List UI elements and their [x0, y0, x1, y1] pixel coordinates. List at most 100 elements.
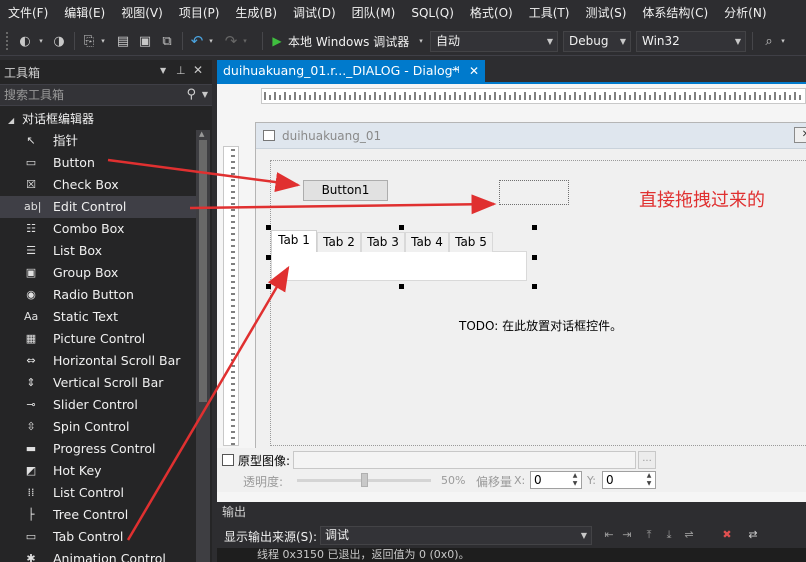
- redo-icon[interactable]: ↷: [222, 30, 240, 52]
- dialog-tab-3[interactable]: Tab 3: [361, 232, 405, 252]
- undo-icon[interactable]: ↶: [188, 30, 206, 52]
- toolbox-scrollbar-thumb[interactable]: [199, 140, 207, 402]
- previous-message-icon[interactable]: ⇥: [619, 527, 635, 543]
- toolbox-item[interactable]: ⇕ Vertical Scroll Bar: [0, 372, 196, 394]
- build-config-select[interactable]: Debug ▼: [563, 31, 631, 52]
- menu-item[interactable]: 项目(P): [171, 0, 228, 26]
- dialog-close-button[interactable]: ✕: [794, 127, 806, 143]
- dialog-editor-surface[interactable]: duihuakuang_01 ✕: [217, 84, 806, 502]
- prototype-image-checkbox[interactable]: [222, 454, 234, 466]
- new-project-dropdown-icon[interactable]: ▾: [98, 30, 108, 52]
- start-debug-button[interactable]: 本地 Windows 调试器: [288, 30, 420, 52]
- nav-forward-icon[interactable]: ◑: [50, 30, 68, 52]
- menu-item[interactable]: 团队(M): [344, 0, 404, 26]
- document-tab-dialog[interactable]: duihuakuang_01.r..._DIALOG - Dialog* ⊣ ✕: [217, 60, 485, 82]
- toolbox-item[interactable]: ☰ List Box: [0, 240, 196, 262]
- resize-handle[interactable]: [532, 225, 537, 230]
- redo-dropdown-icon[interactable]: ▾: [240, 30, 250, 52]
- scroll-up-icon[interactable]: ▲: [199, 130, 204, 138]
- dialog-edit-control[interactable]: [499, 180, 569, 205]
- menu-item[interactable]: 文件(F): [0, 0, 56, 26]
- toolbox-item[interactable]: ◉ Radio Button: [0, 284, 196, 306]
- dialog-tab-1[interactable]: Tab 1: [271, 230, 317, 252]
- opacity-slider-thumb[interactable]: [361, 473, 368, 487]
- pin-icon[interactable]: ⊣: [451, 60, 460, 82]
- offset-y-stepper[interactable]: 0 ▲ ▼: [602, 471, 656, 489]
- find-dropdown-icon[interactable]: ▾: [778, 30, 788, 52]
- resize-handle[interactable]: [399, 284, 404, 289]
- go-to-previous-icon[interactable]: ⤒: [641, 527, 657, 543]
- toolbox-item[interactable]: ▦ Picture Control: [0, 328, 196, 350]
- menu-item[interactable]: SQL(Q): [403, 0, 462, 26]
- go-to-next-icon[interactable]: ⤓: [661, 527, 677, 543]
- open-file-icon[interactable]: ▤: [114, 30, 132, 52]
- resize-handle[interactable]: [266, 225, 271, 230]
- nav-back-icon[interactable]: ◐: [16, 30, 34, 52]
- resize-handle[interactable]: [532, 284, 537, 289]
- menu-item[interactable]: 编辑(E): [56, 0, 113, 26]
- window-position-icon[interactable]: ▼: [160, 66, 166, 75]
- toolbox-item[interactable]: ├ Tree Control: [0, 504, 196, 526]
- dialog-todo-text[interactable]: TODO: 在此放置对话框控件。: [459, 317, 622, 334]
- menu-item[interactable]: 格式(O): [462, 0, 521, 26]
- toolbox-item[interactable]: ⇔ Horizontal Scroll Bar: [0, 350, 196, 372]
- spin-down-icon[interactable]: ▼: [643, 480, 655, 488]
- dialog-button1[interactable]: Button1: [303, 180, 388, 201]
- solution-config-select[interactable]: 自动 ▼: [430, 31, 558, 52]
- dialog-window[interactable]: duihuakuang_01 ✕: [255, 122, 806, 452]
- toolbar-grip[interactable]: [6, 32, 10, 50]
- toolbox-item[interactable]: ☒ Check Box: [0, 174, 196, 196]
- menu-item[interactable]: 工具(T): [521, 0, 578, 26]
- dialog-tab-control[interactable]: Tab 1 Tab 2 Tab 3 Tab 4 Tab 5: [271, 230, 529, 283]
- toolbox-group-dialog-editor[interactable]: ◢ 对话框编辑器: [0, 108, 212, 130]
- start-debug-dropdown-icon[interactable]: ▾: [416, 30, 426, 52]
- toolbox-item[interactable]: ✱ Animation Control: [0, 548, 196, 562]
- menu-item[interactable]: 生成(B): [227, 0, 285, 26]
- toolbox-scrollbar[interactable]: ▲: [196, 130, 210, 562]
- output-text-area[interactable]: 线程 0x3150 已退出，返回值为 0 (0x0)。: [217, 548, 806, 562]
- dialog-tab-5[interactable]: Tab 5: [449, 232, 493, 252]
- dialog-tab-2[interactable]: Tab 2: [317, 232, 361, 252]
- save-icon[interactable]: ▣: [136, 30, 154, 52]
- toolbox-item[interactable]: ▣ Group Box: [0, 262, 196, 284]
- toolbox-item[interactable]: ▭ Tab Control: [0, 526, 196, 548]
- clear-all-icon[interactable]: ✖: [719, 527, 735, 543]
- toolbox-item[interactable]: ☷ Combo Box: [0, 218, 196, 240]
- offset-x-stepper[interactable]: 0 ▲ ▼: [530, 471, 582, 489]
- menu-item[interactable]: 测试(S): [577, 0, 634, 26]
- resize-handle[interactable]: [399, 225, 404, 230]
- resize-handle[interactable]: [266, 255, 271, 260]
- start-debug-icon[interactable]: ▶: [270, 30, 284, 52]
- pin-icon[interactable]: ⊥: [176, 64, 186, 77]
- undo-dropdown-icon[interactable]: ▾: [206, 30, 216, 52]
- menu-item[interactable]: 视图(V): [113, 0, 171, 26]
- wrap-icon[interactable]: ⇌: [681, 527, 697, 543]
- toolbox-item[interactable]: Aa Static Text: [0, 306, 196, 328]
- menu-item[interactable]: 分析(N): [716, 0, 774, 26]
- spin-up-icon[interactable]: ▲: [643, 472, 655, 480]
- close-icon[interactable]: ✕: [193, 63, 203, 77]
- vertical-ruler[interactable]: [223, 146, 239, 446]
- horizontal-ruler[interactable]: [261, 88, 806, 104]
- toolbox-item[interactable]: ab| Edit Control: [0, 196, 196, 218]
- prototype-image-path-field[interactable]: [293, 451, 636, 469]
- close-icon[interactable]: ✕: [469, 60, 479, 82]
- new-project-icon[interactable]: ⎘: [80, 30, 98, 52]
- spin-down-icon[interactable]: ▼: [569, 480, 581, 488]
- search-dropdown-icon[interactable]: ▼: [202, 85, 208, 105]
- spin-up-icon[interactable]: ▲: [569, 472, 581, 480]
- toolbox-item[interactable]: ◩ Hot Key: [0, 460, 196, 482]
- resize-handle[interactable]: [266, 284, 271, 289]
- menu-item[interactable]: 体系结构(C): [634, 0, 716, 26]
- search-icon[interactable]: ⚲: [186, 85, 196, 105]
- platform-select[interactable]: Win32 ▼: [636, 31, 746, 52]
- toolbox-item[interactable]: ⊸ Slider Control: [0, 394, 196, 416]
- nav-back-dropdown-icon[interactable]: ▾: [36, 30, 46, 52]
- toolbox-search-input[interactable]: 搜索工具箱 ⚲ ▼: [0, 84, 212, 106]
- find-in-files-icon[interactable]: ⌕: [760, 30, 778, 52]
- toolbox-item[interactable]: ▬ Progress Control: [0, 438, 196, 460]
- toolbox-item[interactable]: ⇳ Spin Control: [0, 416, 196, 438]
- find-message-icon[interactable]: ⇤: [601, 527, 617, 543]
- menu-item[interactable]: 调试(D): [285, 0, 344, 26]
- resize-handle[interactable]: [532, 255, 537, 260]
